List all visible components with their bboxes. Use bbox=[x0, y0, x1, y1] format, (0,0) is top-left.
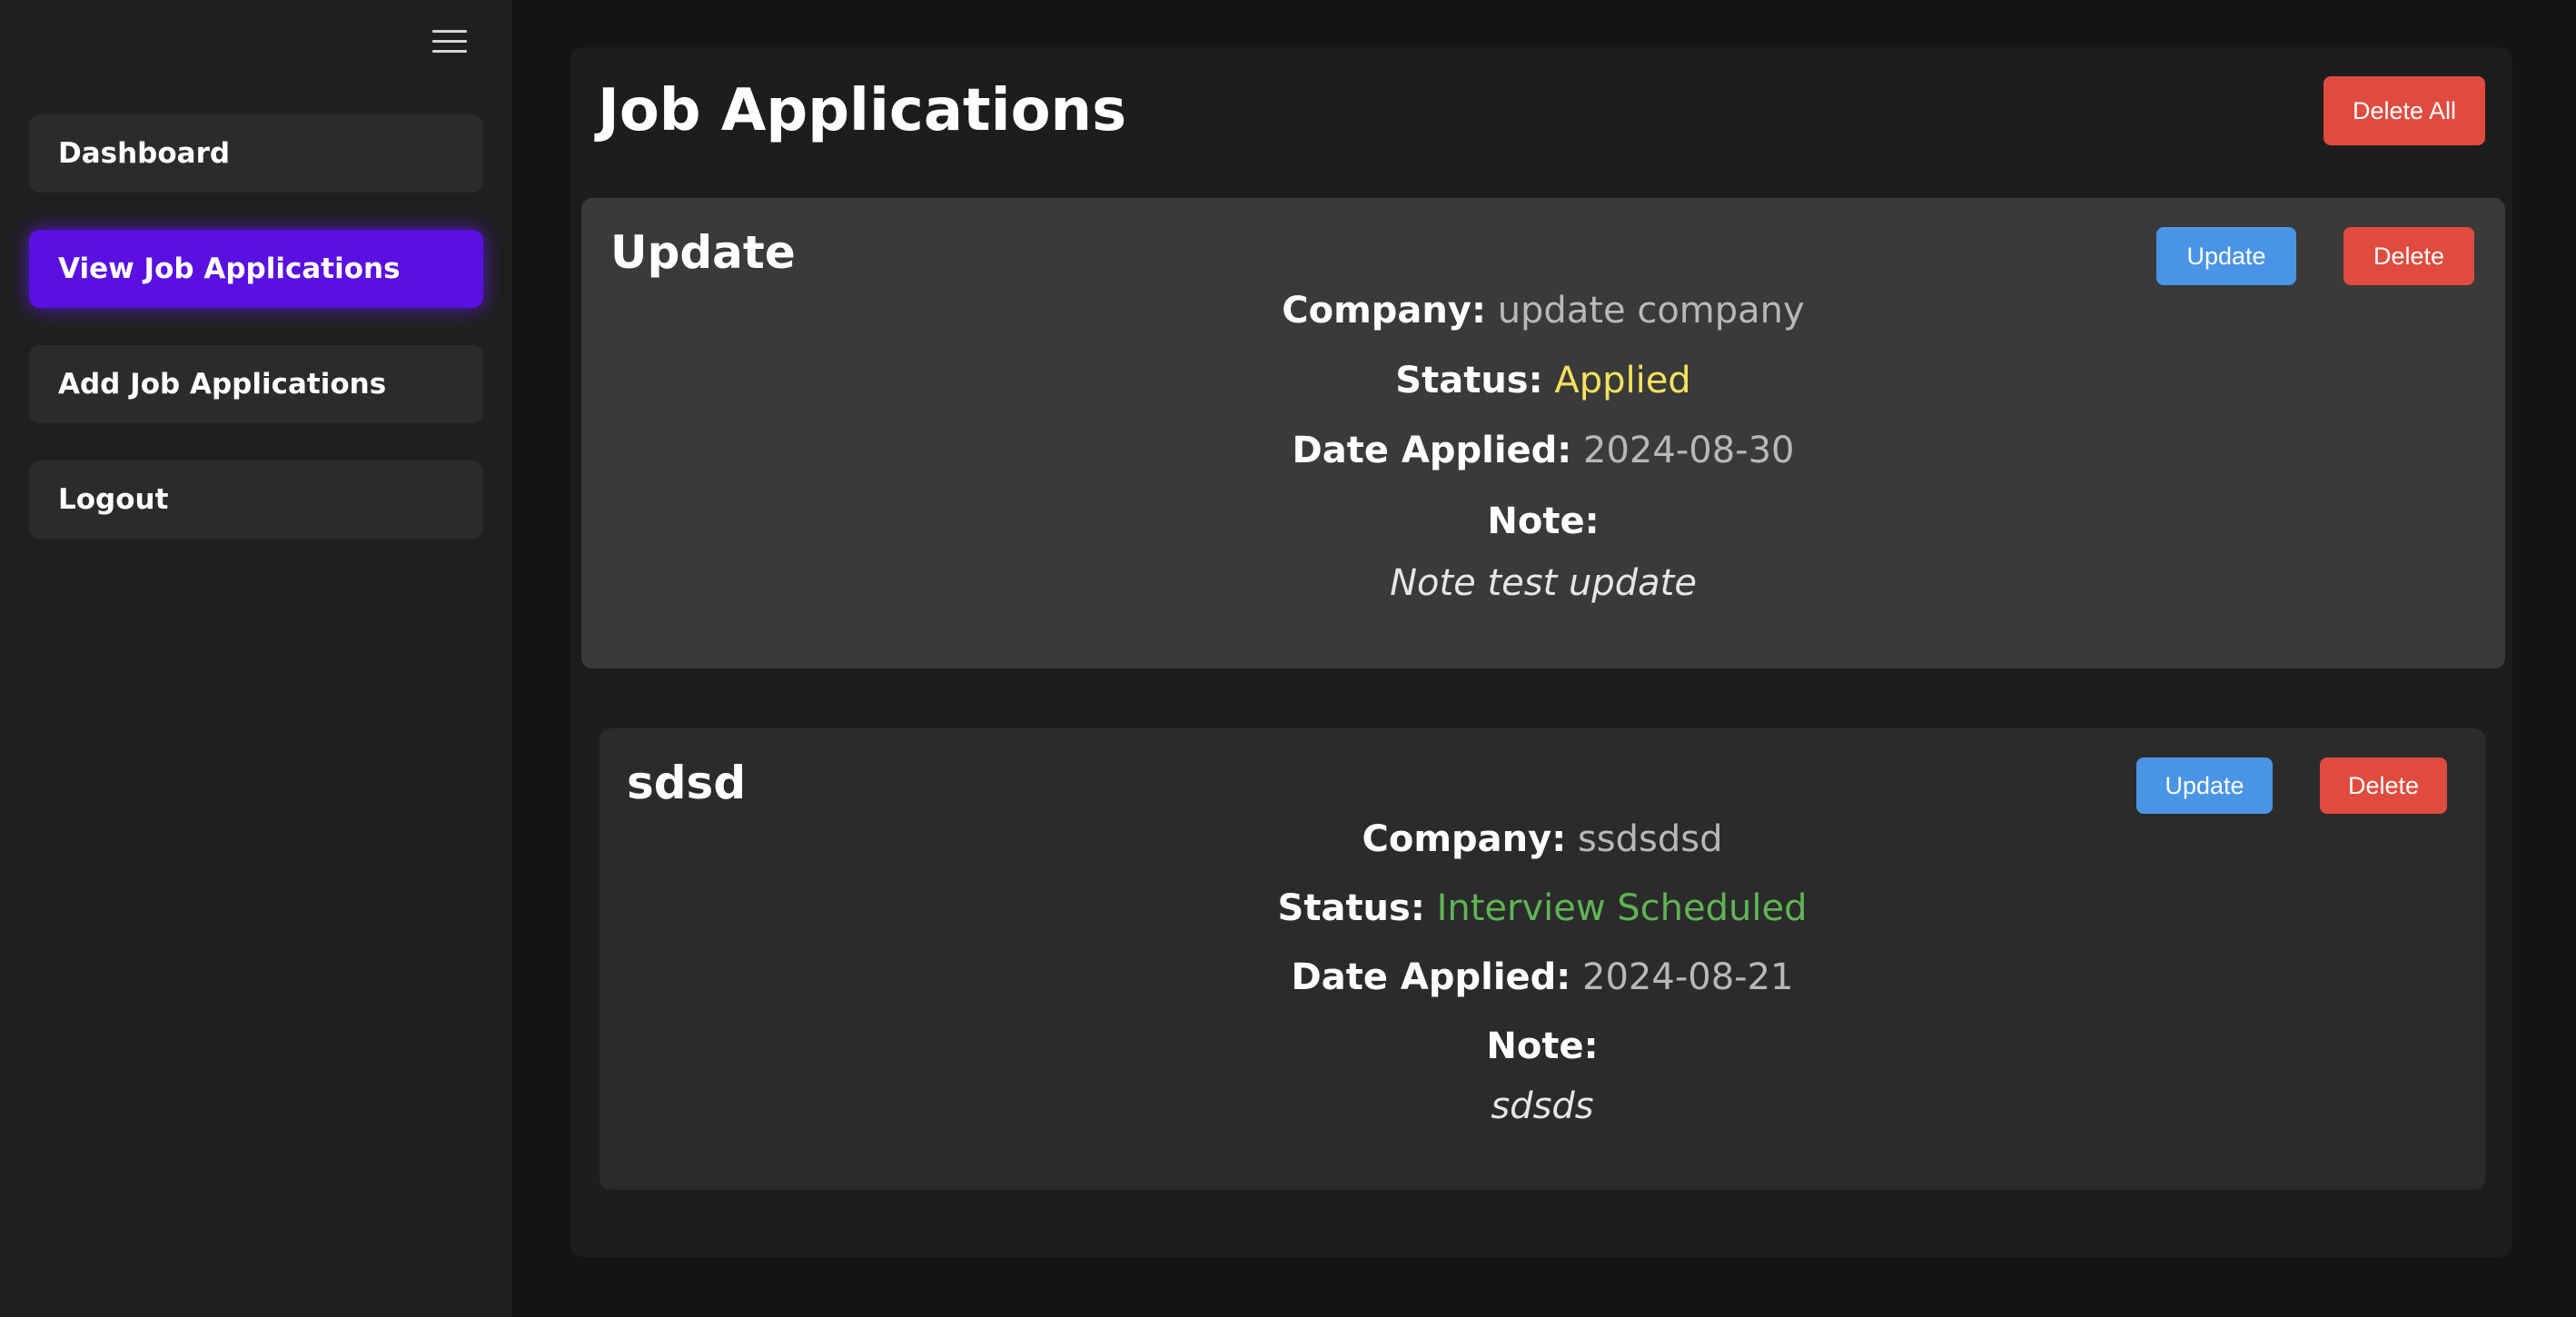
date-applied-value: 2024-08-21 bbox=[1582, 956, 1794, 998]
date-applied-label: Date Applied: bbox=[1292, 430, 1572, 471]
sidebar-item-label: Logout bbox=[58, 483, 169, 516]
delete-button[interactable]: Delete bbox=[2320, 758, 2447, 814]
note-row: Note: bbox=[581, 500, 2505, 543]
hamburger-menu-icon[interactable] bbox=[432, 29, 467, 54]
company-label: Company: bbox=[1282, 290, 1486, 332]
sidebar-item-label: View Job Applications bbox=[58, 253, 401, 285]
delete-all-button[interactable]: Delete All bbox=[2323, 76, 2485, 145]
update-button[interactable]: Update bbox=[2156, 227, 2296, 285]
job-application-card: Update Update Delete Company: update com… bbox=[581, 198, 2505, 668]
date-applied-row: Date Applied: 2024-08-30 bbox=[581, 429, 2505, 472]
note-row: Note: bbox=[599, 1025, 2485, 1068]
status-row: Status: Applied bbox=[581, 359, 2505, 402]
sidebar: Dashboard View Job Applications Add Job … bbox=[0, 0, 512, 1317]
date-applied-value: 2024-08-30 bbox=[1583, 430, 1795, 471]
note-text: Note test update bbox=[1390, 562, 1697, 604]
job-title: Update bbox=[610, 226, 796, 279]
company-label: Company: bbox=[1362, 818, 1567, 860]
sidebar-item-dashboard[interactable]: Dashboard bbox=[29, 114, 483, 193]
job-application-card: sdsd Update Delete Company: ssdsdsd Stat… bbox=[599, 728, 2485, 1190]
status-label: Status: bbox=[1277, 887, 1425, 929]
delete-button[interactable]: Delete bbox=[2343, 227, 2474, 285]
note-text: sdsds bbox=[1491, 1085, 1594, 1127]
note-label: Note: bbox=[1486, 1025, 1599, 1067]
company-row: Company: update company bbox=[581, 289, 2505, 332]
status-row: Status: Interview Scheduled bbox=[599, 886, 2485, 930]
sidebar-item-logout[interactable]: Logout bbox=[29, 460, 483, 539]
update-button[interactable]: Update bbox=[2136, 758, 2273, 814]
page-title: Job Applications bbox=[598, 77, 1127, 144]
date-applied-row: Date Applied: 2024-08-21 bbox=[599, 956, 2485, 999]
sidebar-item-label: Dashboard bbox=[58, 137, 231, 170]
company-value: update company bbox=[1497, 290, 1805, 332]
note-label: Note: bbox=[1487, 500, 1600, 542]
company-row: Company: ssdsdsd bbox=[599, 817, 2485, 861]
sidebar-item-view-job-applications[interactable]: View Job Applications bbox=[29, 230, 483, 308]
date-applied-label: Date Applied: bbox=[1291, 956, 1571, 998]
job-applications-panel: Job Applications Delete All Update Updat… bbox=[570, 47, 2512, 1257]
status-value: Applied bbox=[1554, 360, 1691, 401]
job-title: sdsd bbox=[627, 757, 747, 809]
sidebar-item-add-job-applications[interactable]: Add Job Applications bbox=[29, 345, 483, 423]
status-value: Interview Scheduled bbox=[1436, 887, 1808, 929]
company-value: ssdsdsd bbox=[1577, 818, 1723, 860]
status-label: Status: bbox=[1395, 360, 1543, 401]
sidebar-item-label: Add Job Applications bbox=[58, 368, 387, 401]
